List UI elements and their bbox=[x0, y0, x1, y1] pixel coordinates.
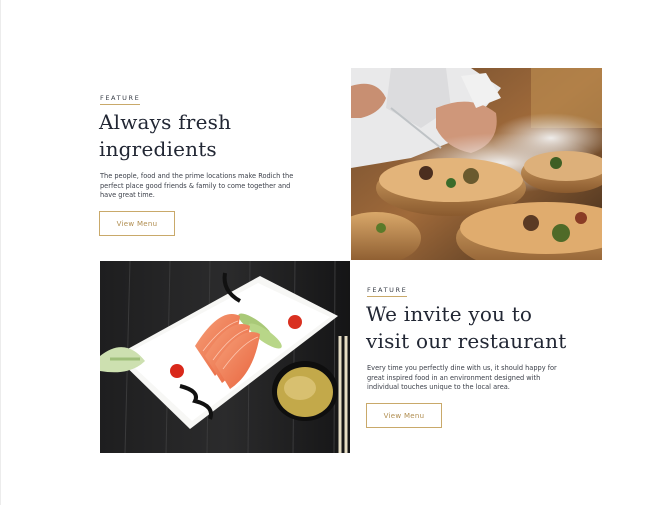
section-heading: We invite you to visit our restaurant bbox=[366, 301, 567, 355]
salmon-sashimi-plate-icon bbox=[100, 261, 350, 453]
section-description: Every time you perfectly dine with us, i… bbox=[367, 364, 567, 393]
chef-plating-dish-icon bbox=[351, 68, 602, 260]
section-description: The people, food and the prime locations… bbox=[100, 172, 300, 201]
description-line: Every time you perfectly dine with us, i… bbox=[367, 364, 557, 372]
page-border bbox=[0, 0, 1, 505]
description-line: The people, food and the prime locations… bbox=[100, 172, 294, 180]
description-line: great inspired food in an environment de… bbox=[367, 373, 541, 382]
heading-line: We invite you to bbox=[366, 302, 533, 326]
description-line: individual touches unique to the local a… bbox=[367, 383, 510, 392]
heading-line: Always fresh bbox=[99, 110, 232, 134]
feature-eyebrow: FEATURE bbox=[367, 286, 408, 297]
section-heading: Always fresh ingredients bbox=[99, 109, 231, 163]
salmon-sashimi-photo bbox=[100, 261, 350, 453]
heading-line: ingredients bbox=[99, 137, 217, 161]
heading-line: visit our restaurant bbox=[366, 329, 567, 353]
view-menu-button[interactable]: View Menu bbox=[99, 211, 175, 236]
feature-eyebrow: FEATURE bbox=[100, 94, 141, 105]
description-line: perfect place good friends & family to c… bbox=[100, 181, 291, 190]
chef-plating-photo bbox=[351, 68, 602, 260]
view-menu-button[interactable]: View Menu bbox=[366, 403, 442, 428]
description-line: have great time. bbox=[100, 191, 155, 200]
